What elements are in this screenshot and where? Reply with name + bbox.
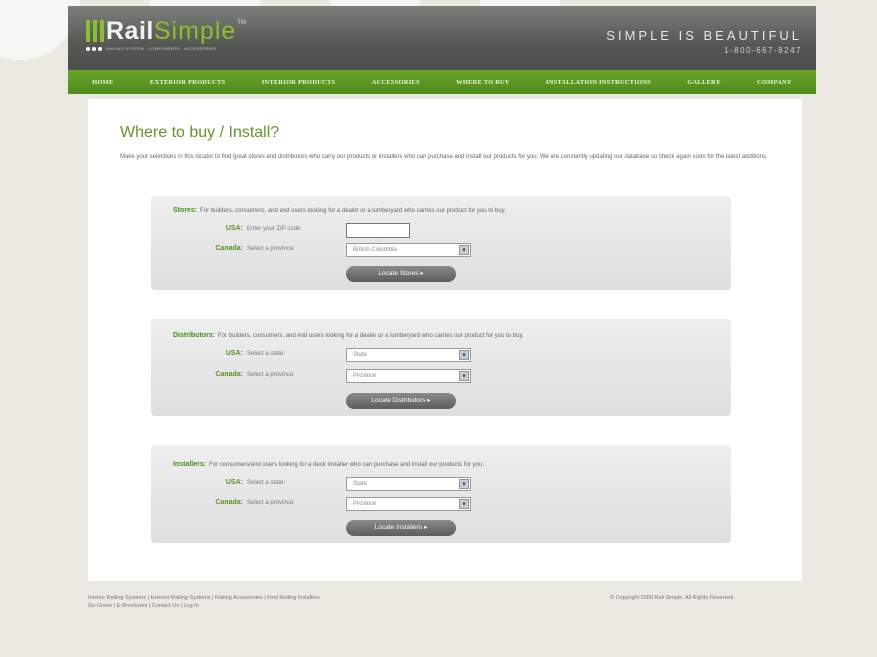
distributors-header: Distributors: For builders, consumers, an… (173, 332, 524, 339)
logo-simple-text: Simple (153, 17, 237, 45)
footer-link-installers[interactable]: Find Railing Installers (267, 595, 320, 601)
chevron-down-icon: ▾ (459, 499, 469, 509)
stores-province-select[interactable]: British Columbia ▾ (346, 243, 471, 257)
distributors-canada-label: Canada: (215, 371, 243, 378)
locate-distributors-button[interactable]: Locate Distributors ▸ (346, 393, 456, 409)
stores-canada-label: Canada: (215, 245, 243, 252)
locate-installers-button[interactable]: Locate Installers ▸ (346, 520, 456, 536)
chevron-down-icon: ▾ (459, 245, 469, 255)
distributors-canada-hint: Select a province: (247, 372, 295, 378)
footer-link-ebrochures[interactable]: E-Brochures (117, 603, 148, 609)
footer-links-row-1: Interior Railing Systems | Exterior Rail… (88, 594, 320, 602)
nav-item-where-to-buy[interactable]: WHERE TO BUY (456, 79, 509, 86)
page-title: Where to buy / Install? (120, 124, 280, 141)
installers-canada-hint: Select a province: (247, 500, 295, 506)
installers-province-value: Province (353, 501, 377, 507)
footer-separator: | (212, 595, 214, 601)
logo-dots-icon (86, 46, 102, 51)
stores-panel: Stores: For builders, consumers, and end … (151, 196, 731, 290)
footer-links-row-2: Go Green | E-Brochures | Contact Us | Lo… (88, 602, 320, 610)
distributors-description: For builders, consumers, and end users l… (218, 333, 524, 339)
locate-stores-label: Locate Stores (378, 270, 419, 277)
footer-separator: | (148, 603, 151, 609)
distributors-usa-hint: Select a state: (247, 351, 286, 357)
stores-usa-label: USA: (225, 225, 243, 232)
logo-bars-icon (86, 20, 104, 42)
locate-stores-button[interactable]: Locate Stores ▸ (346, 266, 456, 282)
nav-item-company[interactable]: COMPANY (757, 79, 792, 86)
distributors-heading: Distributors: (173, 332, 215, 339)
footer-separator: | (113, 603, 116, 609)
footer-separator: | (147, 595, 150, 601)
nav-item-gallery[interactable]: GALLERY (687, 79, 720, 86)
nav-item-interior-products[interactable]: INTERIOR PRODUCTS (262, 79, 336, 86)
site-header: Rail Simple TM RAILING SYSTEM · COMPONEN… (68, 6, 816, 70)
footer-link-interior[interactable]: Interior Railing Systems (88, 595, 146, 601)
arrow-right-icon: ▸ (420, 270, 424, 277)
logo-tagline: RAILING SYSTEM · COMPONENTS · ACCESSORIE… (86, 46, 216, 51)
stores-canada-hint: Select a province: (247, 246, 295, 252)
nav-item-exterior-products[interactable]: EXTERIOR PRODUCTS (150, 79, 225, 86)
footer-copyright: © Copyright 2000 Rail Simple. All Rights… (610, 595, 735, 601)
stores-header: Stores: For builders, consumers, and end … (173, 207, 506, 214)
installers-description: For consumers/end users looking for a de… (209, 462, 484, 468)
locate-installers-label: Locate Installers (374, 524, 423, 531)
installers-usa-label: USA: (225, 479, 243, 486)
installers-header: Installers: For consumers/end users looki… (173, 461, 484, 468)
stores-heading: Stores: (173, 207, 198, 214)
distributors-province-value: Province (353, 373, 377, 379)
distributors-canada-row: Canada: Select a province: Province ▾ (151, 369, 731, 385)
main-content: Where to buy / Install? Make your select… (88, 99, 802, 581)
footer-link-contact[interactable]: Contact Us (152, 603, 179, 609)
nav-item-installation-instructions[interactable]: INSTALLATION INSTRUCTIONS (546, 79, 651, 86)
stores-province-value: British Columbia (353, 247, 397, 253)
footer-link-go-green[interactable]: Go Green (88, 603, 112, 609)
logo-trademark: TM (237, 20, 246, 26)
stores-usa-hint: Enter your ZIP code: (247, 226, 302, 232)
installers-panel: Installers: For consumers/end users looki… (151, 445, 731, 543)
distributors-usa-label: USA: (225, 350, 243, 357)
chevron-down-icon: ▾ (459, 371, 469, 381)
distributors-state-value: State (353, 352, 368, 358)
stores-canada-row: Canada: Select a province: British Colum… (151, 243, 731, 259)
installers-usa-row: USA: Select a state: State ▾ (151, 477, 731, 493)
installers-state-value: State (353, 481, 368, 487)
footer-separator: | (180, 603, 182, 609)
footer-separator: | (264, 595, 266, 601)
zip-code-input[interactable] (346, 223, 410, 238)
arrow-right-icon: ▸ (427, 397, 431, 404)
footer-links: Interior Railing Systems | Exterior Rail… (88, 594, 320, 610)
locate-distributors-label: Locate Distributors (371, 397, 426, 404)
main-nav: HOME EXTERIOR PRODUCTS INTERIOR PRODUCTS… (68, 70, 816, 94)
arrow-right-icon: ▸ (423, 524, 428, 531)
installers-usa-hint: Select a state: (247, 480, 286, 486)
distributors-province-select[interactable]: Province ▾ (346, 369, 471, 383)
installers-heading: Installers: (173, 461, 207, 468)
stores-usa-row: USA: Enter your ZIP code: (151, 223, 731, 239)
logo-rail-text: Rail (106, 17, 154, 45)
phone-number: 1-800-667-8247 (724, 46, 802, 55)
installers-state-select[interactable]: State ▾ (346, 477, 471, 491)
installers-canada-label: Canada: (215, 499, 243, 506)
footer-link-exterior[interactable]: Exterior Railing Systems (151, 595, 211, 601)
footer-link-login[interactable]: Log In (183, 603, 198, 609)
distributors-usa-row: USA: Select a state: State ▾ (151, 348, 731, 364)
logo-tagline-text: RAILING SYSTEM · COMPONENTS · ACCESSORIE… (106, 46, 217, 51)
nav-item-accessories[interactable]: ACCESSORIES (372, 79, 420, 86)
chevron-down-icon: ▾ (459, 479, 469, 489)
distributors-panel: Distributors: For builders, consumers, an… (151, 319, 731, 416)
site-logo[interactable]: Rail Simple TM (86, 17, 246, 45)
chevron-down-icon: ▾ (459, 350, 469, 360)
installers-canada-row: Canada: Select a province: Province ▾ (151, 497, 731, 513)
intro-text: Make your selections in this locator to … (120, 154, 768, 160)
slogan: SIMPLE IS BEAUTIFUL (606, 28, 802, 43)
distributors-state-select[interactable]: State ▾ (346, 348, 471, 362)
installers-province-select[interactable]: Province ▾ (346, 497, 471, 511)
nav-item-home[interactable]: HOME (92, 79, 113, 86)
stores-description: For builders, consumers, and end users l… (200, 208, 506, 214)
footer-link-accessories[interactable]: Railing Accessories (215, 595, 263, 601)
